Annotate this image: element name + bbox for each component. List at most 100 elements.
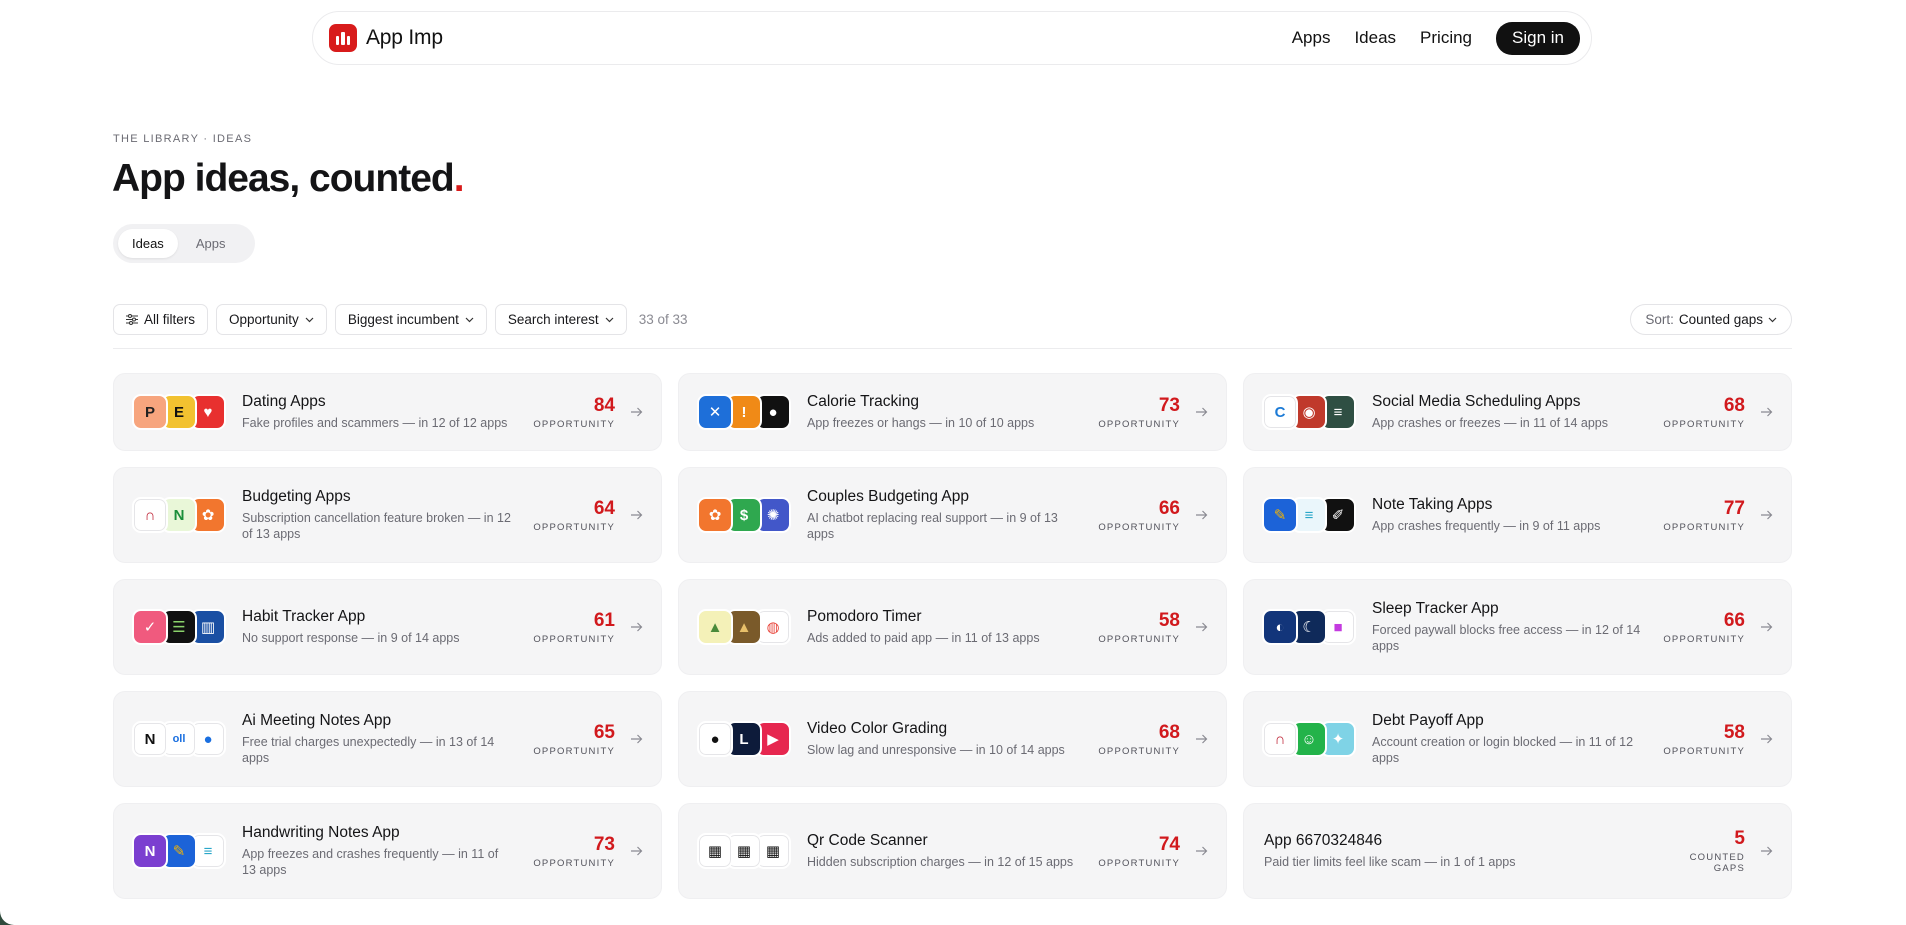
eyebrow: THE LIBRARY · IDEAS <box>113 133 253 145</box>
arrow-right-icon[interactable] <box>615 734 643 744</box>
idea-name: Sleep Tracker App <box>1372 600 1499 617</box>
idea-card[interactable]: ∩ N ✿ Budgeting Apps Subscription cancellati… <box>113 467 662 563</box>
brand[interactable]: App Imp <box>329 24 443 52</box>
score-label: OPPORTUNITY <box>533 633 615 645</box>
opportunity-filter[interactable]: Opportunity <box>216 304 327 335</box>
score-block: 58 OPPORTUNITY <box>1092 610 1180 645</box>
idea-text: Ai Meeting Notes App Free trial charges u… <box>242 712 527 766</box>
idea-name: Pomodoro Timer <box>807 608 922 625</box>
arrow-right-icon[interactable] <box>1180 510 1208 520</box>
app-icon-runner: ✕ <box>697 394 733 430</box>
nav-link-pricing[interactable]: Pricing <box>1420 28 1472 48</box>
app-icon-stack: Noll ● <box>132 721 226 757</box>
score-block: 61 OPPORTUNITY <box>527 610 615 645</box>
idea-name: Couples Budgeting App <box>807 488 970 505</box>
incumbent-filter[interactable]: Biggest incumbent <box>334 304 487 335</box>
search-interest-filter[interactable]: Search interest <box>494 304 627 335</box>
arrow-right-icon[interactable] <box>1180 734 1208 744</box>
score-label: OPPORTUNITY <box>1098 745 1180 757</box>
idea-text: Debt Payoff App Account creation or login… <box>1372 712 1657 766</box>
score-value: 58 <box>1723 721 1745 743</box>
idea-description: App crashes or freezes — in 11 of 14 app… <box>1372 416 1609 430</box>
score-label: OPPORTUNITY <box>533 418 615 430</box>
app-icon-butterfly: ✿ <box>697 497 733 533</box>
all-filters-label: All filters <box>144 312 196 327</box>
idea-card[interactable]: P E ♥ Dating Apps Fake profiles and scammers… <box>113 373 662 451</box>
idea-card[interactable]: ✕! ● Calorie Tracking App freezes or hangs … <box>678 373 1227 451</box>
nav-link-apps[interactable]: Apps <box>1292 28 1331 48</box>
app-icon-notion: N <box>132 721 168 757</box>
score-block: 68 OPPORTUNITY <box>1657 395 1745 430</box>
sort-label: Sort: <box>1645 312 1674 327</box>
arrow-right-icon[interactable] <box>1745 510 1773 520</box>
arrow-right-icon[interactable] <box>1180 846 1208 856</box>
idea-card[interactable]: N ✎ ≡ Handwriting Notes App App freezes and … <box>113 803 662 899</box>
idea-name: Video Color Grading <box>807 720 948 737</box>
arrow-right-icon[interactable] <box>1745 734 1773 744</box>
idea-card[interactable]: ▲ ▲ ◍ Pomodoro Timer Ads added to paid app —… <box>678 579 1227 675</box>
idea-name: Calorie Tracking <box>807 393 919 410</box>
idea-name: Qr Code Scanner <box>807 832 928 849</box>
score-value: 77 <box>1723 497 1745 519</box>
page-title-text: App ideas, counted <box>112 157 455 200</box>
idea-text: Dating Apps Fake profiles and scammers — … <box>242 393 527 431</box>
app-icon-stack: ◐ ☾ ■ <box>1262 609 1356 645</box>
sign-in-button[interactable]: Sign in <box>1496 21 1580 55</box>
idea-text: Calorie Tracking App freezes or hangs — i… <box>807 393 1092 431</box>
idea-name: Debt Payoff App <box>1372 712 1484 729</box>
app-icon-stack: ✕! ● <box>697 394 791 430</box>
incumbent-filter-label: Biggest incumbent <box>347 312 459 327</box>
sliders-icon <box>126 314 138 325</box>
score-label: OPPORTUNITY <box>533 745 615 757</box>
arrow-right-icon[interactable] <box>1745 407 1773 417</box>
app-icon-night: ◐ <box>1262 609 1298 645</box>
arrow-right-icon[interactable] <box>1180 622 1208 632</box>
app-icon-stack: P E ♥ <box>132 394 226 430</box>
tab-ideas[interactable]: Ideas <box>118 229 178 258</box>
tab-apps[interactable]: Apps <box>182 229 240 258</box>
idea-card[interactable]: ◐ ☾ ■ Sleep Tracker App Forced paywall block… <box>1243 579 1792 675</box>
idea-card[interactable]: ✿ $ ✺ Couples Budgeting App AI chatbot repla… <box>678 467 1227 563</box>
score-label: OPPORTUNITY <box>1663 633 1745 645</box>
idea-description: App freezes and crashes frequently — in … <box>242 847 499 877</box>
idea-text: Budgeting Apps Subscription cancellation … <box>242 488 527 542</box>
chevron-down-icon <box>605 317 614 322</box>
score-block: 66 OPPORTUNITY <box>1092 498 1180 533</box>
idea-description: App crashes frequently — in 9 of 11 apps <box>1372 519 1601 533</box>
score-label: OPPORTUNITY <box>1098 633 1180 645</box>
arrow-right-icon[interactable] <box>615 622 643 632</box>
idea-card[interactable]: ∩ ☺ ✦ Debt Payoff App Account creation or lo… <box>1243 691 1792 787</box>
app-icon-stack: ∩ N ✿ <box>132 497 226 533</box>
arrow-right-icon[interactable] <box>615 407 643 417</box>
arrow-right-icon[interactable] <box>615 846 643 856</box>
idea-card[interactable]: Noll ● Ai Meeting Notes App Free trial char… <box>113 691 662 787</box>
app-icon-c: C <box>1262 394 1298 430</box>
sort-dropdown[interactable]: Sort: Counted gaps <box>1630 304 1792 335</box>
score-value: 73 <box>593 833 615 855</box>
app-icon-stack: ✎ ≡ ✐ <box>1262 497 1356 533</box>
idea-description: Account creation or login blocked — in 1… <box>1372 735 1634 765</box>
app-icon-qr: ▦ <box>697 833 733 869</box>
score-block: 68 OPPORTUNITY <box>1092 722 1180 757</box>
arrow-right-icon[interactable] <box>1745 846 1773 856</box>
arrow-right-icon[interactable] <box>1180 407 1208 417</box>
filter-bar: All filters Opportunity Biggest incumben… <box>113 304 687 335</box>
idea-name: Handwriting Notes App <box>242 824 400 841</box>
score-label: COUNTED GAPS <box>1689 852 1745 874</box>
idea-card[interactable]: ✎ ≡ ✐ Note Taking Apps App crashes frequentl… <box>1243 467 1792 563</box>
arrow-right-icon[interactable] <box>1745 622 1773 632</box>
idea-description: Forced paywall blocks free access — in 1… <box>1372 623 1641 653</box>
idea-card[interactable]: C ◉ ≡ Social Media Scheduling Apps App crash… <box>1243 373 1792 451</box>
idea-description: Free trial charges unexpectedly — in 13 … <box>242 735 495 765</box>
idea-text: Handwriting Notes App App freezes and cra… <box>242 824 527 878</box>
idea-card[interactable]: ▦ ▦ ▦ Qr Code Scanner Hidden subscription ch… <box>678 803 1227 899</box>
idea-card[interactable]: App 6670324846 Paid tier limits feel like… <box>1243 803 1792 899</box>
score-block: 77 OPPORTUNITY <box>1657 498 1745 533</box>
idea-card[interactable]: ✓ ☰ ▥ Habit Tracker App No support response … <box>113 579 662 675</box>
idea-description: Hidden subscription charges — in 12 of 1… <box>807 855 1074 869</box>
score-block: 65 OPPORTUNITY <box>527 722 615 757</box>
all-filters-button[interactable]: All filters <box>113 304 209 335</box>
arrow-right-icon[interactable] <box>615 510 643 520</box>
nav-link-ideas[interactable]: Ideas <box>1354 28 1396 48</box>
idea-card[interactable]: ● L ▶ Video Color Grading Slow lag and unres… <box>678 691 1227 787</box>
